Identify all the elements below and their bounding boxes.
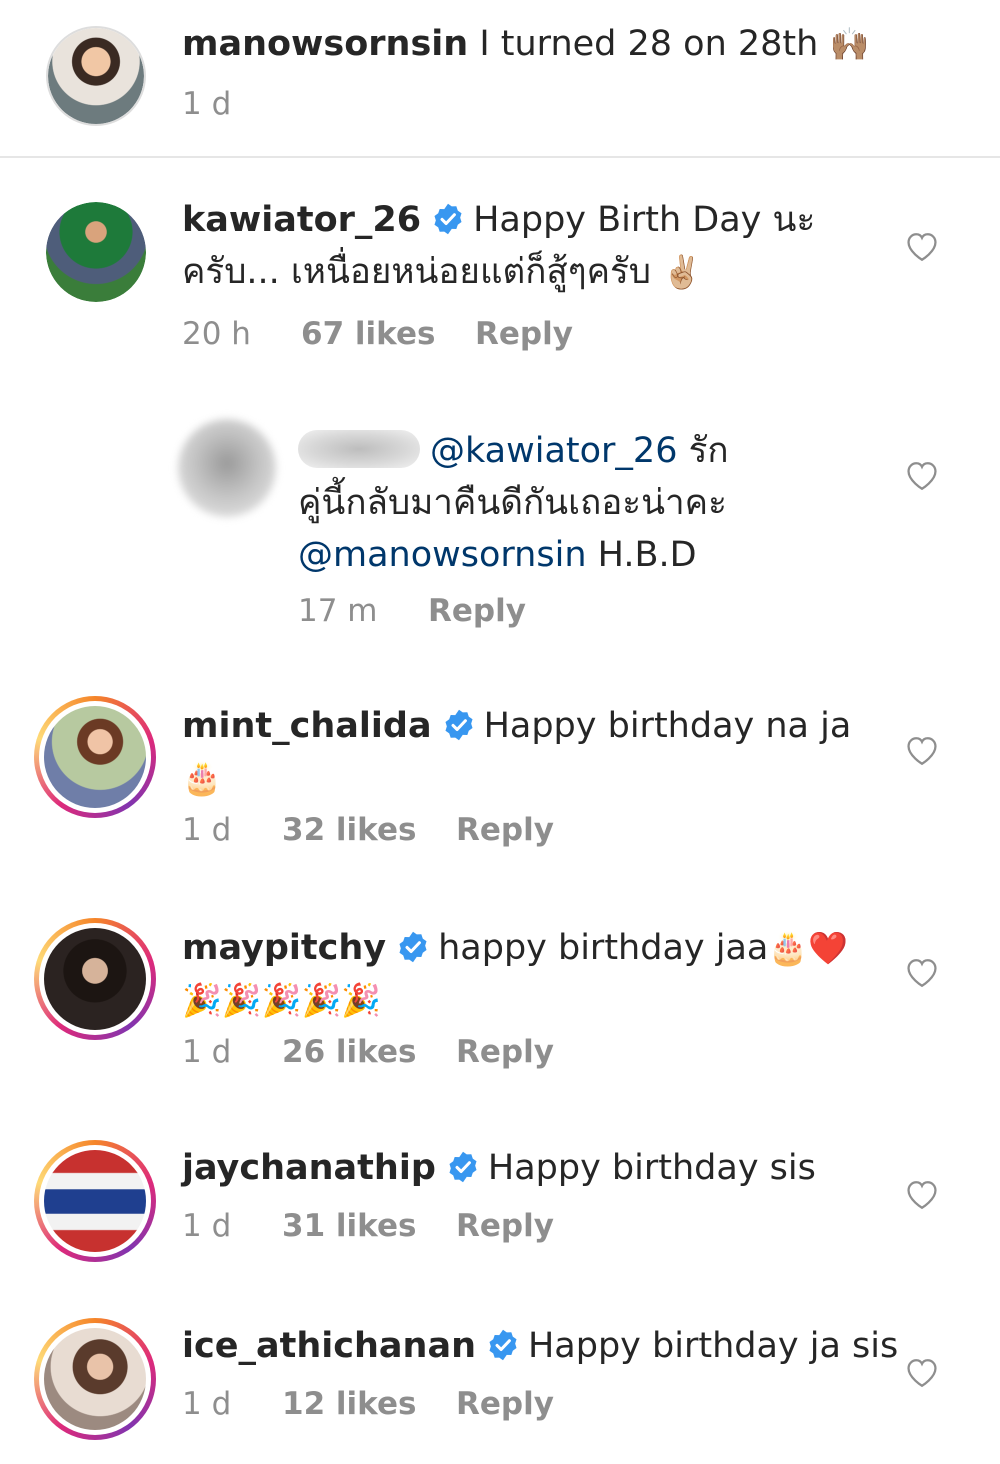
likes-count[interactable]: 26 likes bbox=[282, 1034, 456, 1070]
heart-icon[interactable] bbox=[905, 1178, 939, 1212]
comment-time: 1 d bbox=[182, 1208, 232, 1244]
reply-button[interactable]: Reply bbox=[428, 593, 526, 629]
caption-text: I turned 28 on 28th bbox=[479, 24, 819, 64]
avatar[interactable] bbox=[46, 202, 146, 302]
reply-button[interactable]: Reply bbox=[456, 1386, 554, 1422]
reply-button[interactable]: Reply bbox=[475, 316, 573, 352]
comment-text-line2: คู่นี้กลับมาคืนดีกันเถอะน่าคะ bbox=[298, 483, 727, 523]
comment-username[interactable]: kawiator_26 bbox=[182, 200, 421, 240]
comment-item: kawiator_26 Happy Birth Day นะ ครับ... เห… bbox=[0, 170, 1000, 370]
comment-text: Happy Birth Day นะ bbox=[473, 200, 816, 240]
comment-meta: 20 h 67 likes Reply bbox=[182, 316, 573, 352]
comment-text: Happy birthday na ja bbox=[483, 706, 852, 746]
likes-count[interactable]: 67 likes bbox=[301, 316, 475, 352]
comment-time: 20 h bbox=[182, 316, 251, 352]
verified-badge-icon bbox=[434, 203, 462, 235]
cake-heart-emoji: 🎂❤️ bbox=[768, 929, 849, 967]
comment-meta: 1 d 31 likes Reply bbox=[182, 1208, 554, 1244]
comment-text: Happy birthday sis bbox=[487, 1148, 816, 1188]
victory-hand-emoji: ✌🏼 bbox=[662, 253, 702, 291]
caption-time: 1 d bbox=[182, 86, 232, 122]
verified-badge-icon bbox=[449, 1151, 477, 1183]
verified-badge-icon bbox=[399, 931, 427, 963]
heart-icon[interactable] bbox=[905, 734, 939, 768]
heart-icon[interactable] bbox=[905, 459, 939, 493]
comment-item: mint_chalida Happy birthday na ja 🎂 1 d 32… bbox=[0, 690, 1000, 890]
comment-item: jaychanathip Happy birthday sis 1 d 31 lik… bbox=[0, 1134, 1000, 1294]
caption-username[interactable]: manowsornsin bbox=[182, 24, 468, 64]
caption-meta: 1 d bbox=[182, 86, 231, 122]
story-ring-avatar[interactable] bbox=[34, 1318, 156, 1440]
comment-username[interactable]: mint_chalida bbox=[182, 706, 432, 746]
comment-text: Happy birthday ja sis bbox=[527, 1326, 899, 1366]
verified-badge-icon bbox=[489, 1329, 517, 1361]
mention-link[interactable]: @kawiator_26 bbox=[430, 431, 677, 471]
comment-text: happy birthday jaa bbox=[438, 928, 769, 968]
comment-text-line2: ครับ... เหนื่อยหน่อยแต่ก็สู้ๆครับ bbox=[182, 252, 652, 292]
comment-username[interactable]: maypitchy bbox=[182, 928, 386, 968]
story-ring-avatar[interactable] bbox=[34, 918, 156, 1040]
comment-meta: 17 m Reply bbox=[298, 593, 526, 629]
reply-button[interactable]: Reply bbox=[456, 1034, 554, 1070]
story-ring-avatar[interactable] bbox=[34, 696, 156, 818]
story-ring-avatar[interactable] bbox=[34, 1140, 156, 1262]
likes-count[interactable]: 12 likes bbox=[282, 1386, 456, 1422]
comment-username[interactable]: jaychanathip bbox=[182, 1148, 436, 1188]
comment-time: 1 d bbox=[182, 1386, 232, 1422]
heart-icon[interactable] bbox=[905, 956, 939, 990]
blurred-username[interactable] bbox=[298, 430, 420, 468]
comment-time: 1 d bbox=[182, 1034, 232, 1070]
post-caption: manowsornsin I turned 28 on 28th 🙌🏽 1 d bbox=[0, 0, 1000, 158]
reply-button[interactable]: Reply bbox=[456, 812, 554, 848]
comment-time: 17 m bbox=[298, 593, 378, 629]
comment-username[interactable]: ice_athichanan bbox=[182, 1326, 476, 1366]
comment-meta: 1 d 12 likes Reply bbox=[182, 1386, 554, 1422]
reply-comment-item: @kawiator_26 รัก คู่นี้กลับมาคืนดีกันเถอ… bbox=[0, 405, 1000, 650]
avatar[interactable] bbox=[178, 419, 276, 517]
heart-icon[interactable] bbox=[905, 1356, 939, 1390]
raised-hands-emoji: 🙌🏽 bbox=[829, 25, 870, 63]
comment-item: ice_athichanan Happy birthday ja sis 1 d1… bbox=[0, 1312, 1000, 1462]
reply-button[interactable]: Reply bbox=[456, 1208, 554, 1244]
comment-text: รัก bbox=[688, 431, 729, 471]
comment-item: maypitchy happy birthday jaa🎂❤️ 🎉🎉🎉🎉🎉 1 d… bbox=[0, 912, 1000, 1112]
party-popper-emoji: 🎉🎉🎉🎉🎉 bbox=[182, 981, 382, 1019]
comment-meta: 1 d 26 likes Reply bbox=[182, 1034, 554, 1070]
comment-time: 1 d bbox=[182, 812, 232, 848]
comment-text-line3: H.B.D bbox=[597, 535, 697, 575]
verified-badge-icon bbox=[445, 709, 473, 741]
birthday-cake-emoji: 🎂 bbox=[182, 759, 222, 797]
mention-link[interactable]: @manowsornsin bbox=[298, 535, 587, 575]
likes-count[interactable]: 32 likes bbox=[282, 812, 456, 848]
heart-icon[interactable] bbox=[905, 230, 939, 264]
comment-meta: 1 d 32 likes Reply bbox=[182, 812, 554, 848]
avatar[interactable] bbox=[46, 26, 146, 126]
likes-count[interactable]: 31 likes bbox=[282, 1208, 456, 1244]
